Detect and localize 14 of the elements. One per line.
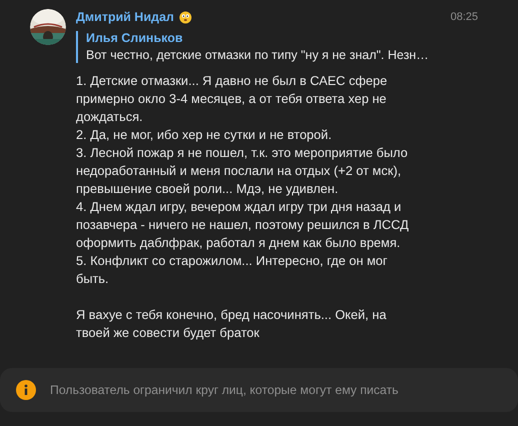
message-paragraph: 3. Лесной пожар я не пошел, т.к. это мероприятие было недоработанный и меня послали на отдых (+2 от мск), превышение своей роли... Мдэ, не удивлен.: [76, 144, 409, 198]
message-time: 08:25: [450, 11, 478, 23]
notice-text: Пользователь ограничил круг лиц, которые могут ему писать: [50, 383, 398, 397]
reply-text: Вот честно, детские отмазки по типу "ну я не знал". Незн…: [86, 48, 429, 63]
message-paragraph: 4. Днем ждал игру, вечером ждал игру три дня назад и позавчера - ничего не нашел, поэтому решился в ЛССД оформить даблфрак, работал я днем как было время.: [76, 198, 410, 252]
sender-name[interactable]: Дмитрий Нидал: [76, 10, 174, 24]
message-paragraph: 5. Конфликт со старожилом... Интересно, где он мог быть.: [76, 252, 388, 288]
message-paragraph: 2. Да, не мог, ибо хер не сутки и не второй.: [76, 126, 333, 144]
message-paragraph: 1. Детские отмазки... Я давно не был в САЕС сфере примерно окло 3-4 месяцев, а от тебя ответа хер не дождаться.: [76, 72, 388, 126]
reply-author: Илья Слиньков: [86, 31, 183, 46]
message-paragraph: Я вахуе с тебя конечно, бред насочинять... Окей, на твоей же совести будет браток: [76, 306, 388, 342]
info-icon: [16, 380, 36, 400]
emoji-icon: [178, 10, 192, 24]
reply-quote[interactable]: Илья Слиньков Вот честно, детские отмазки по типу "ну я не знал". Незн…: [76, 31, 476, 63]
